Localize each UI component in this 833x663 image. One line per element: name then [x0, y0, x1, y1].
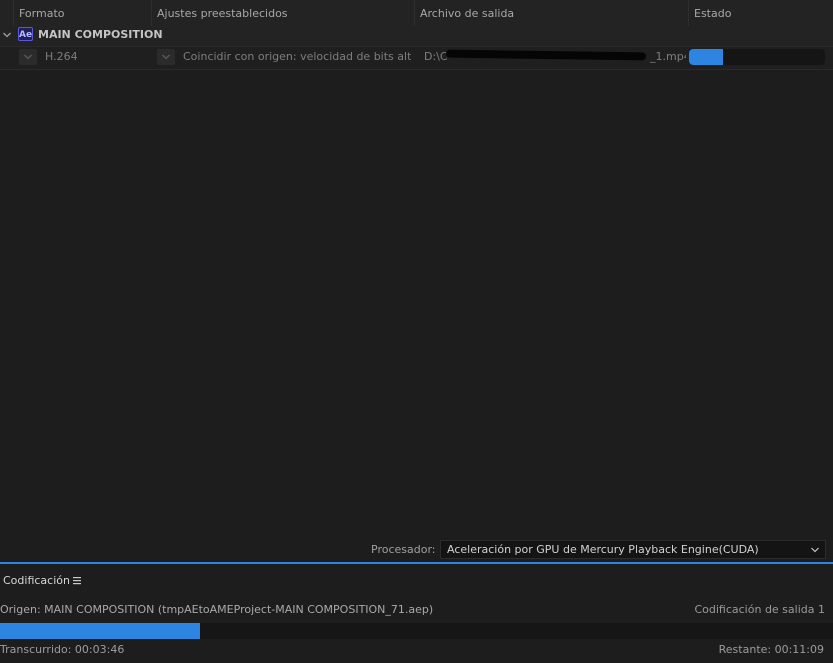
panel-menu-icon[interactable] — [72, 576, 82, 585]
processor-select[interactable]: Aceleración por GPU de Mercury Playback … — [440, 540, 826, 559]
processor-select-value: Aceleración por GPU de Mercury Playback … — [447, 543, 759, 556]
encoding-origin: Origen: MAIN COMPOSITION (tmpAEtoAMEProj… — [0, 603, 434, 616]
remaining-time: Restante: 00:11:09 — [718, 643, 824, 656]
queue-header: Formato Ajustes preestablecidos Archivo … — [0, 0, 833, 27]
column-preset[interactable]: Ajustes preestablecidos — [151, 0, 414, 26]
chevron-down-icon — [162, 54, 170, 60]
item-output-suffix[interactable]: _1.mp4 — [650, 46, 686, 68]
after-effects-icon: Ae — [18, 27, 33, 41]
chevron-down-icon[interactable] — [2, 30, 12, 40]
encoding-output-label: Codificación de salida 1 — [694, 603, 825, 616]
item-preset[interactable]: Coincidir con origen: velocidad de bits … — [183, 46, 411, 68]
column-format[interactable]: Formato — [13, 0, 151, 26]
tab-encoding[interactable]: Codificación — [3, 570, 70, 592]
column-output-file[interactable]: Archivo de salida — [414, 0, 688, 26]
column-status[interactable]: Estado — [688, 0, 833, 26]
group-title: MAIN COMPOSITION — [38, 28, 163, 41]
encoding-progress-bar — [0, 623, 833, 639]
chevron-down-icon — [24, 54, 32, 60]
chevron-down-icon — [811, 547, 819, 553]
format-dropdown-button[interactable] — [19, 49, 37, 65]
elapsed-time: Transcurrido: 00:03:46 — [0, 643, 125, 656]
item-status-progress-bar — [689, 49, 825, 65]
item-status-progress-fill — [689, 49, 723, 65]
encoding-progress-fill — [0, 623, 200, 639]
item-format[interactable]: H.264 — [45, 46, 145, 68]
processor-label: Procesador: — [371, 543, 436, 556]
preset-dropdown-button[interactable] — [157, 49, 175, 65]
